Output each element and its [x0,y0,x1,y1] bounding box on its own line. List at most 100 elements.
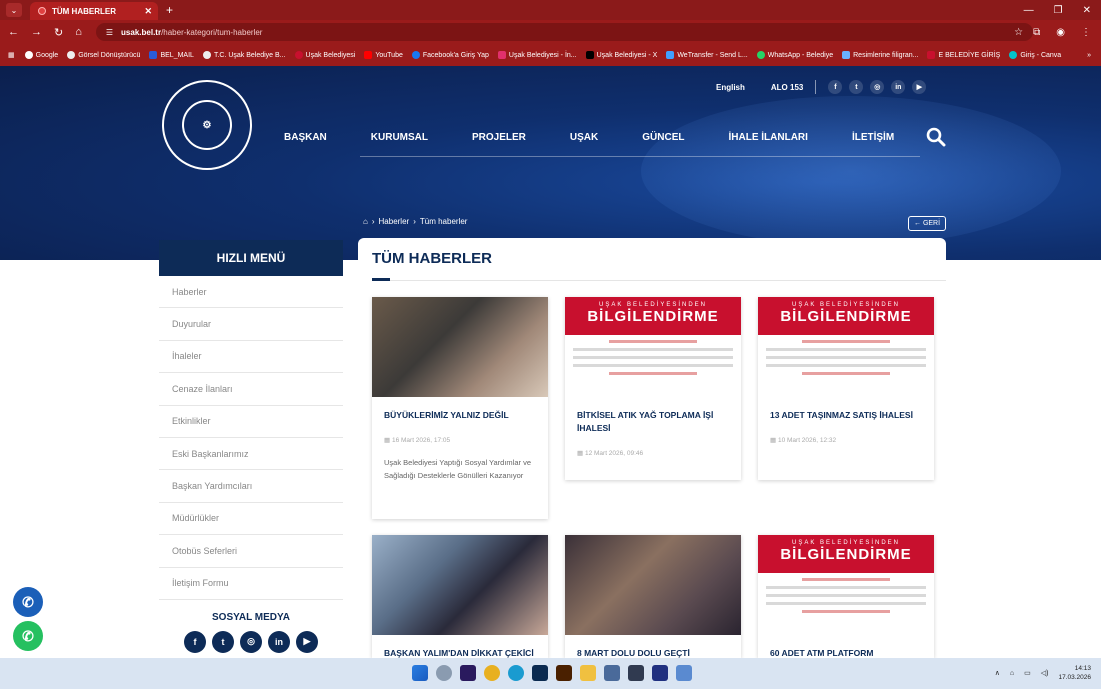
bookmark-star-icon[interactable]: ☆ [1014,27,1023,38]
app-icon[interactable] [676,665,692,681]
tab-search-icon[interactable]: ⌄ [6,3,22,17]
news-card[interactable]: UŞAK BELEDİYESİNDEN BİLGİLENDİRME 13 ADE… [758,297,934,480]
chrome-icon[interactable] [484,665,500,681]
bookmark-youtube[interactable]: YouTube [364,51,403,59]
news-card[interactable]: BÜYÜKLERİMİZ YALNIZ DEĞİL ▦ 16 Mart 2026… [372,297,548,519]
quick-menu-item[interactable]: Müdürlükler [159,502,343,536]
news-card[interactable]: BAŞKAN YALIM'DAN DİKKAT ÇEKİCİ [372,535,548,658]
quick-menu-item[interactable]: Eski Başkanlarımız [159,437,343,471]
bookmark-usak-bel[interactable]: Uşak Belediyesi [294,51,355,59]
instagram-icon[interactable]: ◎ [240,630,262,653]
nav-iletisim[interactable]: İLETİŞİM [852,132,894,143]
nav-guncel[interactable]: GÜNCEL [642,132,684,143]
back-button[interactable]: ← GERİ [908,216,946,231]
news-image[interactable]: UŞAK BELEDİYESİNDEN BİLGİLENDİRME [758,535,934,635]
bookmark-facebook[interactable]: Facebook'a Giriş Yap [411,51,489,59]
illustrator-icon[interactable] [556,665,572,681]
bookmark-belmail[interactable]: BEL_MAIL [149,51,194,59]
news-title[interactable]: 13 ADET TAŞINMAZ SATIŞ İHALESİ [758,397,934,422]
instagram-icon[interactable]: ◎ [870,80,885,94]
bookmark-canva[interactable]: Giriş - Canva [1009,51,1061,59]
nav-kurumsal[interactable]: KURUMSAL [371,132,428,143]
windows-start-icon[interactable] [412,665,428,681]
youtube-icon[interactable]: ▶ [296,630,318,653]
close-window-icon[interactable]: ✕ [1083,5,1091,16]
twitter-icon[interactable]: t [212,630,234,653]
clock[interactable]: 14:13 17.03.2026 [1058,664,1091,682]
nav-ihale-ilanlari[interactable]: İHALE İLANLARI [728,132,807,143]
bookmark-wetransfer[interactable]: WeTransfer - Send L... [666,51,748,59]
premiere-icon[interactable] [460,665,476,681]
home-icon[interactable]: ⌂ [75,26,82,39]
tray-expand-icon[interactable]: ∧ [995,669,1000,677]
reload-icon[interactable]: ↻ [54,26,63,39]
quick-menu-item[interactable]: Cenaze İlanları [159,373,343,406]
bookmark-tc-usak[interactable]: T.C. Uşak Belediye B... [202,51,286,59]
app-icon[interactable] [652,665,668,681]
apps-icon[interactable]: ▦ [8,51,15,59]
news-card[interactable]: UŞAK BELEDİYESİNDEN BİLGİLENDİRME 60 ADE… [758,535,934,658]
news-image[interactable]: UŞAK BELEDİYESİNDEN BİLGİLENDİRME [758,297,934,397]
forward-icon[interactable]: → [31,26,42,39]
more-bookmarks-icon[interactable]: » [1087,52,1091,59]
site-info-icon[interactable]: ☰ [106,28,113,37]
news-image[interactable] [372,297,548,397]
english-link[interactable]: English [716,83,745,92]
network-icon[interactable]: ⌂ [1010,670,1014,677]
breadcrumb-haberler[interactable]: Haberler [379,217,410,226]
news-title[interactable]: BAŞKAN YALIM'DAN DİKKAT ÇEKİCİ [372,635,548,660]
bookmark-x[interactable]: Uşak Belediyesi - X [585,51,657,59]
close-tab-icon[interactable]: ✕ [144,6,152,17]
news-title[interactable]: BİTKİSEL ATIK YAĞ TOPLAMA İŞİ İHALESİ [565,397,741,435]
quick-menu-item[interactable]: İhaleler [159,340,343,374]
bookmark-google[interactable]: Google [24,51,58,59]
menu-icon[interactable]: ⋮ [1081,27,1091,38]
nav-projeler[interactable]: PROJELER [472,132,526,143]
bookmark-ebelediye[interactable]: E BELEDİYE GİRİŞ [927,51,1000,59]
bookmark-instagram[interactable]: Uşak Belediyesi - İn... [497,51,577,59]
profile-icon[interactable]: ◉ [1056,27,1065,38]
news-title[interactable]: BÜYÜKLERİMİZ YALNIZ DEĞİL [372,397,548,422]
phone-call-icon[interactable]: ✆ [13,587,43,617]
twitter-icon[interactable]: t [849,80,864,94]
news-title[interactable]: 8 MART DOLU DOLU GEÇTİ [565,635,741,660]
quick-menu-item[interactable]: İletişim Formu [159,567,343,600]
linkedin-icon[interactable]: in [891,80,906,94]
bookmark-whatsapp[interactable]: WhatsApp - Belediye [756,51,833,59]
news-image[interactable] [565,535,741,635]
whatsapp-icon[interactable]: ✆ [13,621,43,651]
news-image[interactable]: UŞAK BELEDİYESİNDEN BİLGİLENDİRME [565,297,741,397]
news-image[interactable] [372,535,548,635]
edge-icon[interactable] [508,665,524,681]
quick-menu-item[interactable]: Otobüs Seferleri [159,535,343,568]
bookmark-filigran[interactable]: Resimlerine filigran... [842,51,918,59]
quick-menu-item[interactable]: Etkinlikler [159,405,343,438]
search-icon[interactable] [926,127,946,147]
network-app-icon[interactable] [604,665,620,681]
file-explorer-icon[interactable] [580,665,596,681]
new-tab-icon[interactable]: + [166,3,173,17]
linkedin-icon[interactable]: in [268,630,290,653]
minimize-icon[interactable]: — [1024,5,1034,16]
back-icon[interactable]: ← [8,26,19,39]
nav-baskan[interactable]: BAŞKAN [284,132,327,143]
quick-menu-item[interactable]: Başkan Yardımcıları [159,470,343,503]
photoshop-icon[interactable] [532,665,548,681]
youtube-icon[interactable]: ▶ [912,80,927,94]
browser-tab[interactable]: TÜM HABERLER ✕ [30,2,158,20]
display-icon[interactable]: ▭ [1024,669,1031,677]
news-title[interactable]: 60 ADET ATM PLATFORM [758,635,934,660]
settings-icon[interactable] [436,665,452,681]
facebook-icon[interactable]: f [828,80,843,94]
quick-menu-item[interactable]: Duyurular [159,308,343,341]
home-breadcrumb-icon[interactable]: ⌂ [363,217,368,226]
news-card[interactable]: 8 MART DOLU DOLU GEÇTİ [565,535,741,658]
usak-municipality-logo[interactable]: ⚙ [162,80,252,170]
quick-menu-item[interactable]: Haberler [159,276,343,309]
url-input[interactable]: ☰ usak.bel.tr /haber-kategori/tum-haberl… [95,23,1034,41]
nav-usak[interactable]: UŞAK [570,132,598,143]
facebook-icon[interactable]: f [184,630,206,653]
extensions-icon[interactable]: ⧉ [1033,27,1040,38]
bookmark-gorsel[interactable]: Görsel Dönüştürücü [67,51,140,59]
news-card[interactable]: UŞAK BELEDİYESİNDEN BİLGİLENDİRME BİTKİS… [565,297,741,480]
